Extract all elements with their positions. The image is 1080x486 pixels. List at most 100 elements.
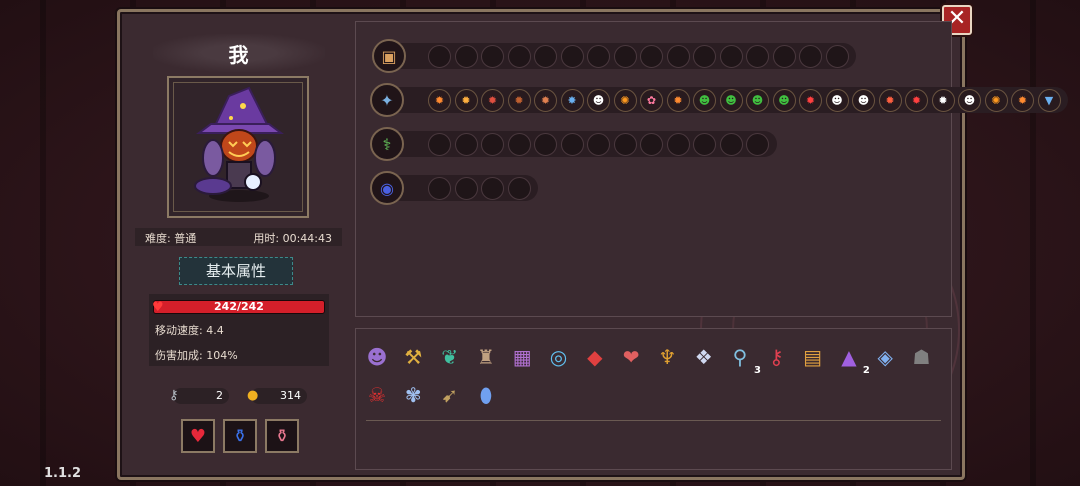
empty-slot[interactable] bbox=[613, 44, 637, 68]
weapon-slot-filled[interactable]: ✹ bbox=[507, 88, 531, 112]
lotus-icon[interactable]: ✾ bbox=[398, 380, 428, 410]
empty-slot[interactable] bbox=[507, 44, 531, 68]
empty-slot[interactable] bbox=[507, 176, 531, 200]
item-count: 3 bbox=[754, 365, 761, 376]
weapon-slot-filled[interactable]: ☻ bbox=[746, 88, 769, 112]
empty-slot[interactable] bbox=[825, 44, 849, 68]
pickaxe-icon[interactable]: ⚒ bbox=[398, 342, 428, 372]
armor-icon[interactable]: ♜ bbox=[471, 342, 501, 372]
chalice-icon[interactable]: ♆ bbox=[652, 342, 682, 372]
empty-slot[interactable] bbox=[746, 44, 769, 68]
empty-slot[interactable] bbox=[534, 132, 557, 156]
key-counter: ⚷ 2 bbox=[169, 388, 229, 404]
empty-slot[interactable] bbox=[534, 44, 557, 68]
magnifier-icon[interactable]: ⚲ 3 bbox=[725, 342, 761, 376]
arrow-icon[interactable]: ➹ bbox=[435, 380, 465, 410]
empty-slot[interactable] bbox=[428, 176, 451, 200]
empty-slot[interactable] bbox=[587, 44, 610, 68]
potion-slot-red[interactable]: ♥ bbox=[181, 419, 215, 453]
character-panel: 我 难度: 普通 用时: 00:44:43 基本属性 ♥ 242/242 移动速… bbox=[131, 20, 346, 469]
weapon-slot-filled[interactable]: ☻ bbox=[693, 88, 716, 112]
witch-hat-icon[interactable]: ▲ 2 bbox=[834, 342, 870, 376]
weapon-slot-filled[interactable]: ✸ bbox=[560, 88, 584, 112]
empty-slot[interactable] bbox=[560, 132, 584, 156]
weapon-slot-filled[interactable]: ✹ bbox=[1011, 88, 1034, 112]
empty-slot[interactable] bbox=[719, 44, 743, 68]
weapon-slot-filled[interactable]: ☻ bbox=[772, 88, 796, 112]
empty-slot[interactable] bbox=[799, 44, 822, 68]
empty-slot[interactable] bbox=[428, 44, 451, 68]
empty-slot[interactable] bbox=[481, 176, 504, 200]
hp-bar: ♥ 242/242 bbox=[152, 300, 325, 315]
empty-slot[interactable] bbox=[719, 132, 743, 156]
demon-icon[interactable]: ☠ bbox=[362, 380, 392, 410]
empty-slot[interactable] bbox=[481, 44, 504, 68]
potion-slot-pink[interactable]: ⚱ bbox=[265, 419, 299, 453]
player-name: 我 bbox=[228, 43, 249, 67]
empty-slot[interactable] bbox=[693, 132, 716, 156]
items-divider bbox=[366, 420, 941, 421]
weapon-slot-filled[interactable]: ✹ bbox=[428, 88, 451, 112]
time-label: 用时: 00:44:43 bbox=[253, 232, 332, 245]
empty-slot[interactable] bbox=[666, 44, 690, 68]
empty-slot[interactable] bbox=[666, 132, 690, 156]
gem-icon[interactable]: ◈ bbox=[870, 342, 900, 372]
weapon-slot-filled[interactable]: ✺ bbox=[984, 88, 1008, 112]
item-count: 2 bbox=[862, 365, 870, 376]
ring-icon[interactable]: ◎ bbox=[544, 342, 574, 372]
weapon-slot-filled[interactable]: ✿ bbox=[640, 88, 663, 112]
weapon-slot-filled[interactable]: ☻ bbox=[852, 88, 875, 112]
weapon-slot-filled[interactable]: ✹ bbox=[481, 88, 504, 112]
weapon-slot-filled[interactable]: ✹ bbox=[799, 88, 822, 112]
empty-slot[interactable] bbox=[772, 44, 796, 68]
weapon-slot-filled[interactable]: ☻ bbox=[825, 88, 849, 112]
amulet-icon[interactable]: ❤ bbox=[616, 342, 646, 372]
empty-slot[interactable] bbox=[560, 44, 584, 68]
chest-icon[interactable]: ▣ bbox=[372, 39, 406, 73]
orb-icon[interactable]: ◉ bbox=[370, 171, 404, 205]
weapon-slot-filled[interactable]: ✹ bbox=[534, 88, 557, 112]
staff-icon[interactable]: ⚕ bbox=[370, 127, 404, 161]
empty-slot[interactable] bbox=[507, 132, 531, 156]
weapon-slot-filled[interactable]: ✹ bbox=[931, 88, 955, 112]
weapon-slot-filled[interactable]: ✹ bbox=[454, 88, 478, 112]
weapon-slot-filled[interactable]: ✹ bbox=[878, 88, 902, 112]
empty-slot[interactable] bbox=[640, 132, 663, 156]
leaf-icon[interactable]: ❦ bbox=[435, 342, 465, 372]
hood-icon[interactable]: ☻ bbox=[362, 342, 392, 372]
tome-icon[interactable]: ▦ bbox=[507, 342, 537, 372]
tombstone-icon[interactable]: ☗ bbox=[907, 342, 937, 372]
empty-slot[interactable] bbox=[454, 176, 478, 200]
weapon-slot-filled[interactable]: ☻ bbox=[587, 88, 610, 112]
mask-icon[interactable]: ◆ bbox=[580, 342, 610, 372]
empty-slot[interactable] bbox=[746, 132, 769, 156]
weapon-slot-filled[interactable]: ✹ bbox=[905, 88, 928, 112]
character-portrait bbox=[167, 76, 309, 218]
shuriken-icon[interactable]: ✦ bbox=[370, 83, 404, 117]
weapon-slot-filled[interactable]: ☻ bbox=[719, 88, 743, 112]
run-info-bar: 难度: 普通 用时: 00:44:43 bbox=[135, 228, 342, 246]
hp-value: 242/242 bbox=[214, 300, 264, 313]
crystal-icon[interactable]: ❖ bbox=[689, 342, 719, 372]
potion-slot-blue[interactable]: ⚱ bbox=[223, 419, 257, 453]
key-icon[interactable]: ⚷ bbox=[761, 342, 791, 372]
move-speed-stat: 移动速度: 4.4 bbox=[155, 324, 224, 337]
empty-slot[interactable] bbox=[481, 132, 504, 156]
weapon-slot-filled[interactable]: ☻ bbox=[958, 88, 981, 112]
key-count: 2 bbox=[216, 389, 223, 402]
scroll-icon[interactable]: ▤ bbox=[798, 342, 828, 372]
basic-attributes-tab[interactable]: 基本属性 bbox=[179, 257, 293, 285]
empty-slot[interactable] bbox=[428, 132, 451, 156]
egg-icon[interactable]: ⬮ bbox=[471, 380, 501, 410]
weapon-slot-filled[interactable]: ✺ bbox=[613, 88, 637, 112]
weapon-slot-filled[interactable]: ✹ bbox=[666, 88, 690, 112]
weapon-slot-filled[interactable]: ▼ bbox=[1037, 88, 1061, 112]
empty-slot[interactable] bbox=[454, 44, 478, 68]
empty-slot[interactable] bbox=[693, 44, 716, 68]
empty-slot[interactable] bbox=[613, 132, 637, 156]
empty-slot[interactable] bbox=[640, 44, 663, 68]
empty-slot[interactable] bbox=[454, 132, 478, 156]
empty-slot[interactable] bbox=[587, 132, 610, 156]
pink-potion-icon: ⚱ bbox=[274, 425, 290, 447]
key-icon: ⚷ bbox=[169, 388, 179, 403]
